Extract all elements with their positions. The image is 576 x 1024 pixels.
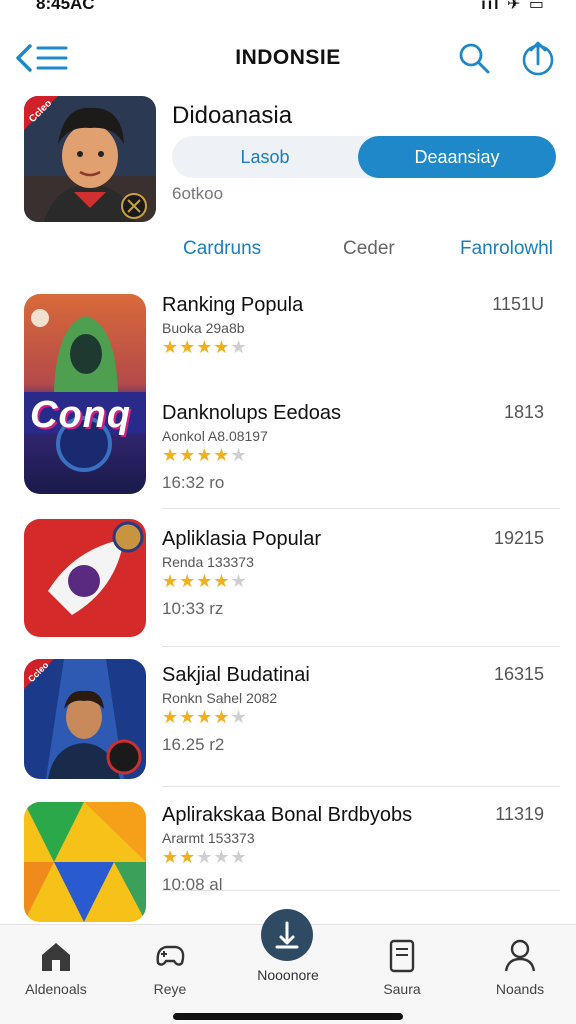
center-action-label: Nooonore [257,967,319,983]
featured-app-title: Didoanasia [172,102,293,129]
app-subtitle: Ararmt 153373 [162,830,255,846]
person-portrait-icon [24,659,146,779]
app-count: 16315 [493,664,544,684]
featured-app: Ccleo Didoanasia Lasob Deaansiay 6otkoo [0,96,576,226]
status-time: 8:45AC [36,0,95,13]
home-icon [42,943,70,971]
rocket-icon [24,519,146,637]
app-icon-wordmark: Conq [30,394,132,436]
divider [162,786,560,787]
list-item[interactable]: Apliklasia Popular 19215 Renda 133373 ★★… [162,528,562,619]
share-button[interactable] [518,38,558,78]
nav-home[interactable]: Aldenoals [8,925,104,1005]
search-button[interactable] [456,40,492,76]
list-item[interactable]: Sakjial Budatinai 16315 Ronkn Sahel 2082… [162,664,562,755]
person-icon [504,939,536,972]
divider [162,646,560,647]
app-subtitle: Renda 133373 [162,554,254,570]
app-subtitle: Aonkol A8.08197 [162,428,268,444]
list-item[interactable]: Aplirakskaa Bonal Brdbyobs 11319 Ararmt … [162,804,562,895]
divider [162,508,560,509]
tab-first[interactable]: Cardruns [183,238,261,260]
app-title: Danknolups Eedoas [162,402,342,424]
app-subtitle: Buoka 29a8b [162,320,245,336]
rating-stars: ★★★★★ [162,445,248,465]
tab-third[interactable]: Fanrolowhl [460,238,553,260]
nav-home-label: Aldenoals [25,981,87,997]
app-count: 19215 [493,528,544,548]
list-item[interactable]: Ranking Popula 1151U Buoka 29a8b ★★★★★ [162,294,562,357]
app-count: 1151U [492,294,544,314]
app-icon-geo[interactable] [24,802,146,922]
app-icon-conq[interactable]: Conq [24,294,146,494]
nav-profile-label: Noands [495,981,545,997]
nav-fourth-label: Saura [383,981,421,997]
rating-stars: ★★★★★ [162,337,248,357]
book-icon [389,939,415,973]
share-icon [522,41,554,76]
app-icon-rocket[interactable] [24,519,146,637]
app-time: 16.25 r2 [162,735,225,754]
app-icon-hero[interactable]: Ccleo [24,659,146,779]
nav-profile[interactable]: Noands [472,925,568,1005]
featured-app-subtitle: 6otkoo [172,184,224,203]
app-time: 16:32 ro [162,473,225,492]
rating-stars: ★★★★★ [162,571,248,591]
bottom-nav: Aldenoals Reye Nooonore Saura Noands [0,909,576,1024]
app-time: 10:08 al [162,875,223,894]
nav-second[interactable]: Reye [122,925,218,1005]
search-icon [459,43,490,74]
segmented-control: Lasob Deaansiay [172,136,556,178]
nav-second-label: Reye [153,981,187,997]
center-action-button[interactable] [261,909,313,961]
app-count: 1813 [503,402,544,422]
geometric-icon [24,802,146,922]
status-icons: ııl ✈ ▭ [481,0,546,13]
rating-stars: ★★★★★ [162,707,248,727]
home-indicator [173,1013,403,1020]
segment-left[interactable]: Lasob [172,136,358,178]
download-icon [275,921,299,949]
tab-second[interactable]: Ceder [343,238,395,260]
game-icon [156,945,185,966]
featured-app-icon[interactable]: Ccleo [24,96,156,222]
segment-right-selected[interactable]: Deaansiay [358,136,556,178]
app-subtitle: Ronkn Sahel 2082 [162,690,278,706]
category-tabs: Cardruns Ceder Fanrolowhl [0,238,576,268]
rating-stars: ★★★★★ [162,847,248,867]
app-time: 10:33 rz [162,599,224,618]
nav-fourth[interactable]: Saura [354,925,450,1005]
status-bar: 8:45AC ııl ✈ ▭ [0,0,576,14]
app-count: 11319 [495,804,544,824]
list-item[interactable]: Danknolups Eedoas 1813 Aonkol A8.08197 ★… [162,402,562,493]
header: INDONSIE [0,30,576,90]
divider [162,890,560,891]
